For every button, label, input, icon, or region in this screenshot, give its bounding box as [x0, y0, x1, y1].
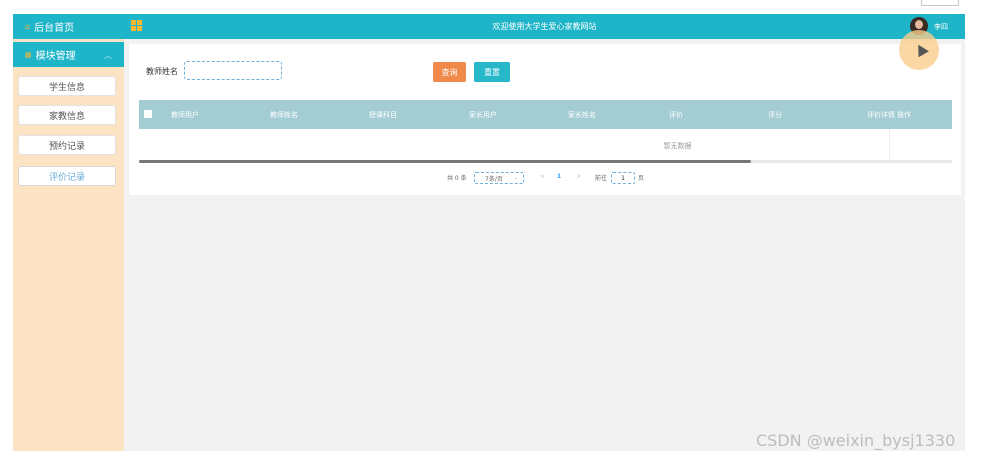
- total-count: 共 0 条: [447, 175, 467, 182]
- column-header[interactable]: 评分: [768, 110, 782, 120]
- chevron-up-icon: ︿: [104, 51, 112, 60]
- sidebar-home-label: 后台首页: [34, 23, 75, 34]
- chevron-down-icon: ⌄: [513, 175, 518, 181]
- horizontal-scrollbar-thumb[interactable]: [139, 160, 751, 163]
- welcome-title: 欢迎使用大学生爱心家教网站: [492, 22, 597, 31]
- grid-small-icon: ▦: [25, 50, 32, 59]
- teacher-name-input[interactable]: [184, 61, 282, 80]
- column-header[interactable]: 操作: [897, 110, 911, 120]
- sidebar-item-home[interactable]: ⌂ 后台首页: [13, 14, 124, 39]
- watermark: CSDN @weixin_bysj1330: [756, 431, 956, 450]
- query-button[interactable]: 查询: [433, 62, 466, 82]
- sidebar-item-review-records[interactable]: 评价记录: [18, 166, 116, 186]
- column-header[interactable]: 教师姓名: [270, 110, 298, 120]
- column-header[interactable]: 家长用户: [469, 110, 497, 120]
- goto-label: 前往: [595, 175, 608, 182]
- select-all-checkbox[interactable]: [144, 110, 152, 118]
- top-right-box: [921, 0, 959, 6]
- top-header: 欢迎使用大学生爱心家教网站 李四: [124, 14, 965, 39]
- table-header: 教师用户 教师姓名 授课科目 家长用户 家长姓名 评价 评分 评价详情 操作: [139, 100, 952, 129]
- column-header[interactable]: 评价详情: [867, 110, 895, 120]
- next-page-button[interactable]: >: [576, 173, 581, 180]
- page-size-value: 7条/页: [485, 175, 503, 183]
- empty-table-text: 暂无数据: [663, 142, 692, 150]
- sidebar-item-student-info[interactable]: 学生信息: [18, 76, 116, 96]
- column-header[interactable]: 评价: [669, 110, 683, 120]
- sidebar-item-label: 评价记录: [48, 172, 85, 183]
- sidebar-item-label: 学生信息: [48, 82, 85, 93]
- username[interactable]: 李四: [934, 22, 948, 32]
- sidebar-item-tutor-info[interactable]: 家教信息: [18, 105, 116, 125]
- prev-page-button[interactable]: <: [540, 173, 545, 180]
- sidebar-group-modules[interactable]: ▦ 模块管理 ︿: [13, 42, 124, 67]
- column-header[interactable]: 家长姓名: [568, 110, 596, 120]
- column-divider: [889, 129, 890, 162]
- sidebar-group-label: 模块管理: [35, 51, 76, 62]
- sidebar-item-label: 预约记录: [48, 141, 85, 152]
- page-size-select[interactable]: 7条/页 ⌄: [474, 172, 524, 184]
- content-panel: 教师姓名 查询 重置 教师用户 教师姓名 授课科目 家长用户 家长姓名 评价 评…: [129, 44, 961, 195]
- page-suffix: 页: [638, 175, 645, 182]
- column-header[interactable]: 授课科目: [369, 110, 397, 120]
- teacher-name-label: 教师姓名: [146, 67, 178, 76]
- current-page-number[interactable]: 1: [557, 173, 561, 180]
- reset-button[interactable]: 重置: [474, 62, 510, 82]
- sidebar-item-label: 家教信息: [48, 111, 85, 122]
- home-icon: ⌂: [25, 22, 31, 31]
- column-header[interactable]: 教师用户: [171, 110, 199, 120]
- goto-page-input[interactable]: 1: [611, 172, 635, 184]
- sidebar-item-booking-records[interactable]: 预约记录: [18, 135, 116, 155]
- sidebar: ⌂ 后台首页 ▦ 模块管理 ︿ 学生信息 家教信息 预约记录 评价记录: [13, 14, 124, 451]
